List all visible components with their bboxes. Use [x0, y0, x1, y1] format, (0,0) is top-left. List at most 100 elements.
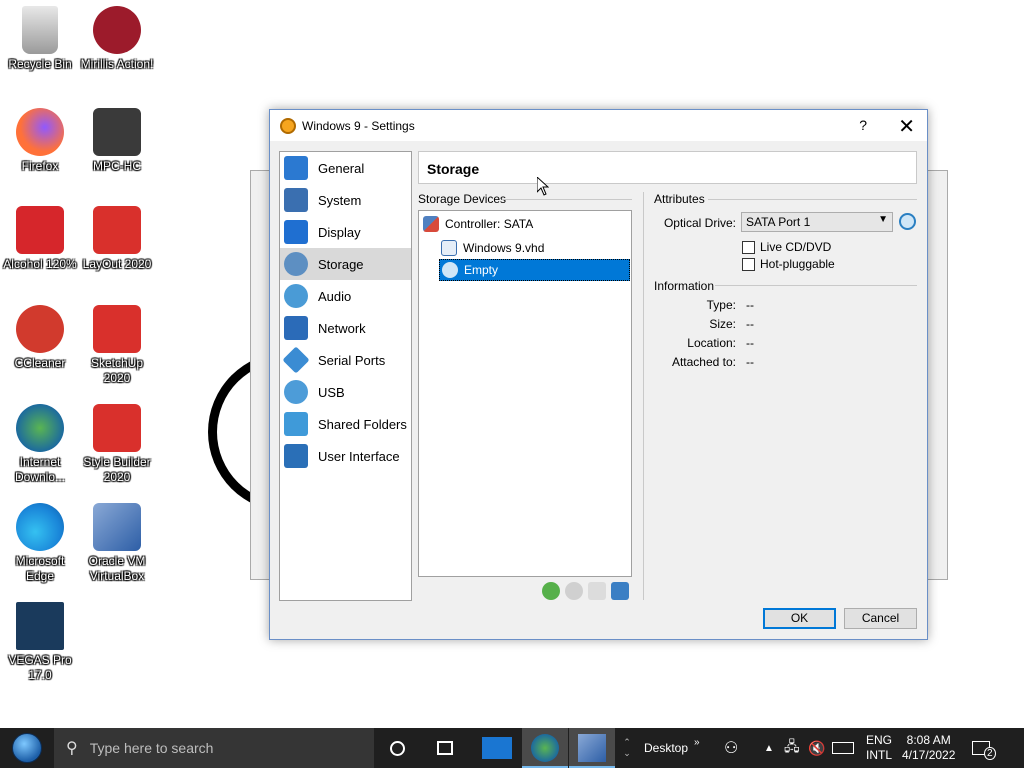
vegas-pro-icon: [16, 602, 64, 650]
close-button[interactable]: ✕: [898, 114, 915, 139]
dialog-title: Windows 9 - Settings: [302, 118, 415, 133]
taskbar-internet-download[interactable]: [522, 728, 568, 768]
nav-item-usb[interactable]: USB: [280, 376, 411, 408]
action-center-button[interactable]: 2: [972, 728, 996, 768]
cortana-button[interactable]: [374, 728, 420, 768]
desktop-icon-label: MPC-HC: [93, 159, 141, 173]
choose-disk-icon[interactable]: [899, 213, 916, 230]
desktop-icon-vegas[interactable]: VEGAS Pro 17.0: [0, 602, 80, 683]
live-cd-checkbox[interactable]: Live CD/DVD: [742, 240, 831, 254]
scroll-chevrons-icon: ⌃ ⌄: [623, 737, 631, 758]
nav-item-storage[interactable]: Storage: [280, 248, 411, 280]
nav-item-shared-folders[interactable]: Shared Folders: [280, 408, 411, 440]
show-hidden-icons[interactable]: ▲: [764, 728, 774, 768]
remove-attachment-icon[interactable]: [611, 582, 629, 600]
desktop-icon-label: CCleaner: [14, 356, 66, 370]
checkbox-box[interactable]: [742, 240, 755, 254]
task-view-icon: [437, 741, 453, 755]
desktop-icon-mirillis-action[interactable]: Mirillis Action!: [77, 6, 157, 72]
clock[interactable]: 8:08 AM 4/17/2022: [902, 728, 955, 768]
shared-folders-icon: [284, 412, 308, 436]
nav-item-network[interactable]: Network: [280, 312, 411, 344]
firefox-icon: [16, 108, 64, 156]
clock-date: 4/17/2022: [902, 748, 956, 762]
clock-time: 8:08 AM: [906, 733, 951, 747]
remove-controller-icon[interactable]: [565, 582, 583, 600]
desktop-icon-label: Microsoft Edge: [15, 554, 65, 583]
user-interface-icon: [284, 444, 308, 468]
cancel-button[interactable]: Cancel: [844, 608, 917, 629]
desktop-icon-sketchup[interactable]: SketchUp 2020: [77, 305, 157, 386]
info-attached-value: --: [746, 355, 754, 369]
general-icon: [284, 156, 308, 180]
people-button[interactable]: ⚇: [724, 728, 738, 768]
nav-item-display[interactable]: Display: [280, 216, 411, 248]
serial-ports-icon: [282, 346, 310, 374]
desktop-icon-ccleaner[interactable]: CCleaner: [0, 305, 80, 371]
language-indicator[interactable]: ENG INTL: [866, 728, 892, 768]
desktop-icon-label: Firefox: [21, 159, 59, 173]
hot-pluggable-checkbox[interactable]: Hot-pluggable: [742, 257, 835, 271]
ccleaner-icon: [16, 305, 64, 353]
nav-item-system[interactable]: System: [280, 184, 411, 216]
audio-icon: [284, 284, 308, 308]
mpc-hc-icon: [93, 108, 141, 156]
controller-icon: [423, 216, 439, 232]
network-tray[interactable]: 🖧: [784, 728, 800, 768]
nav-item-user-interface[interactable]: User Interface: [280, 440, 411, 472]
task-view-button[interactable]: [422, 728, 468, 768]
optical-drive-label: Optical Drive:: [663, 216, 736, 230]
taskbar-mail[interactable]: [474, 728, 520, 768]
desktop-icon-label: LayOut 2020: [82, 257, 152, 271]
storage-icon: [284, 252, 308, 276]
nav-label: Audio: [318, 288, 352, 304]
desktop-icon-alcohol[interactable]: Alcohol 120%: [0, 206, 80, 272]
nav-label: User Interface: [318, 448, 400, 464]
network-icon: 🖧: [784, 738, 800, 754]
help-button[interactable]: ?: [859, 117, 867, 133]
nav-item-audio[interactable]: Audio: [280, 280, 411, 312]
internet-download-icon: [531, 734, 559, 762]
tree-optical-empty[interactable]: Empty: [439, 259, 630, 281]
page-title: Storage: [418, 151, 917, 184]
tree-disk-windows9[interactable]: Windows 9.vhd: [441, 237, 544, 259]
desktop-icon-edge[interactable]: Microsoft Edge: [0, 503, 80, 584]
desktop-icon-firefox[interactable]: Firefox: [0, 108, 80, 174]
volume-muted-icon: 🔇: [808, 739, 826, 756]
info-location-label: Location:: [687, 336, 736, 350]
checkbox-box[interactable]: [742, 257, 755, 271]
keyboard-layout: INTL: [866, 748, 893, 762]
volume-tray[interactable]: 🔇: [808, 728, 825, 768]
panel-divider: [643, 192, 644, 600]
desktop-icon-mpc-hc[interactable]: MPC-HC: [77, 108, 157, 174]
taskbar-scroll[interactable]: ⌃ ⌄: [619, 728, 635, 768]
nav-item-serial-ports[interactable]: Serial Ports: [280, 344, 411, 376]
add-attachment-icon[interactable]: [588, 582, 606, 600]
ok-button[interactable]: OK: [763, 608, 836, 629]
start-button[interactable]: [0, 728, 54, 768]
desktop-toolbar[interactable]: Desktop »: [644, 728, 700, 768]
search-box[interactable]: ⚲ Type here to search: [54, 728, 374, 768]
desktop-icon-recycle-bin[interactable]: Recycle Bin: [0, 6, 80, 72]
desktop-icon-layout[interactable]: LayOut 2020: [77, 206, 157, 272]
tree-label: Empty: [464, 263, 499, 277]
add-controller-icon[interactable]: [542, 582, 560, 600]
info-location-value: --: [746, 336, 754, 350]
nav-label: Shared Folders: [318, 416, 407, 432]
desktop-icon-virtualbox[interactable]: Oracle VM VirtualBox: [77, 503, 157, 584]
divider: [715, 285, 917, 286]
mirillis-action-icon: [93, 6, 141, 54]
keyboard-tray[interactable]: [832, 728, 854, 768]
storage-tree[interactable]: Controller: SATA Windows 9.vhd Empty: [418, 210, 632, 577]
usb-icon: [284, 380, 308, 404]
info-size-value: --: [746, 317, 754, 331]
dialog-titlebar[interactable]: Windows 9 - Settings ? ✕: [270, 110, 927, 141]
desktop-icon-internet-download[interactable]: Internet Downlo...: [0, 404, 80, 485]
desktop-icon-style-builder[interactable]: Style Builder 2020: [77, 404, 157, 485]
desktop-icon-label: VEGAS Pro 17.0: [8, 653, 72, 682]
nav-item-general[interactable]: General: [280, 152, 411, 184]
optical-drive-select[interactable]: SATA Port 1 ▼: [741, 212, 893, 232]
settings-nav: General System Display Storage Audio Net…: [279, 151, 412, 601]
taskbar-virtualbox[interactable]: [569, 728, 615, 768]
tree-controller-sata[interactable]: Controller: SATA: [423, 213, 533, 235]
